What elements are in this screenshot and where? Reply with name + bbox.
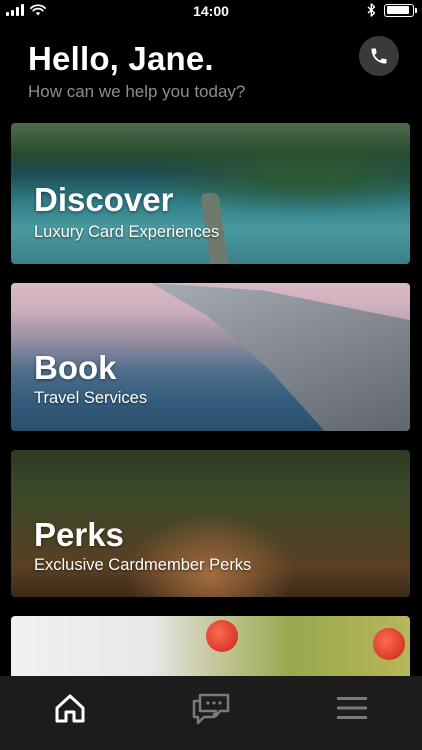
bluetooth-icon (367, 3, 376, 17)
card-subtitle: Luxury Card Experiences (34, 223, 220, 241)
book-card[interactable]: Book Travel Services (11, 283, 410, 431)
status-right (367, 3, 417, 17)
perks-card[interactable]: Perks Exclusive Cardmember Perks (11, 450, 410, 597)
card-subtitle: Exclusive Cardmember Perks (34, 556, 252, 574)
greeting-subtitle: How can we help you today? (28, 82, 246, 101)
battery-fill (386, 6, 409, 14)
card-title: Perks (34, 516, 124, 553)
phone-icon (371, 48, 387, 64)
chat-icon (192, 693, 230, 725)
tomato-detail (206, 620, 238, 652)
status-bar: 14:00 (0, 0, 422, 22)
battery-icon (384, 3, 417, 17)
greeting-title: Hello, Jane. (28, 40, 214, 77)
tab-home[interactable] (30, 676, 110, 740)
home-icon (55, 694, 85, 723)
tab-chat[interactable] (171, 676, 251, 740)
card-title: Book (34, 349, 117, 386)
call-button[interactable] (359, 36, 399, 76)
card-title: Discover (34, 181, 174, 218)
tomato-detail (373, 628, 405, 660)
status-time: 14:00 (193, 3, 229, 19)
menu-icon (337, 697, 367, 719)
discover-card[interactable]: Discover Luxury Card Experiences (11, 123, 410, 264)
dining-card[interactable] (11, 616, 410, 676)
card-subtitle: Travel Services (34, 389, 148, 407)
tab-menu[interactable] (312, 676, 392, 740)
tab-bar (0, 676, 422, 750)
